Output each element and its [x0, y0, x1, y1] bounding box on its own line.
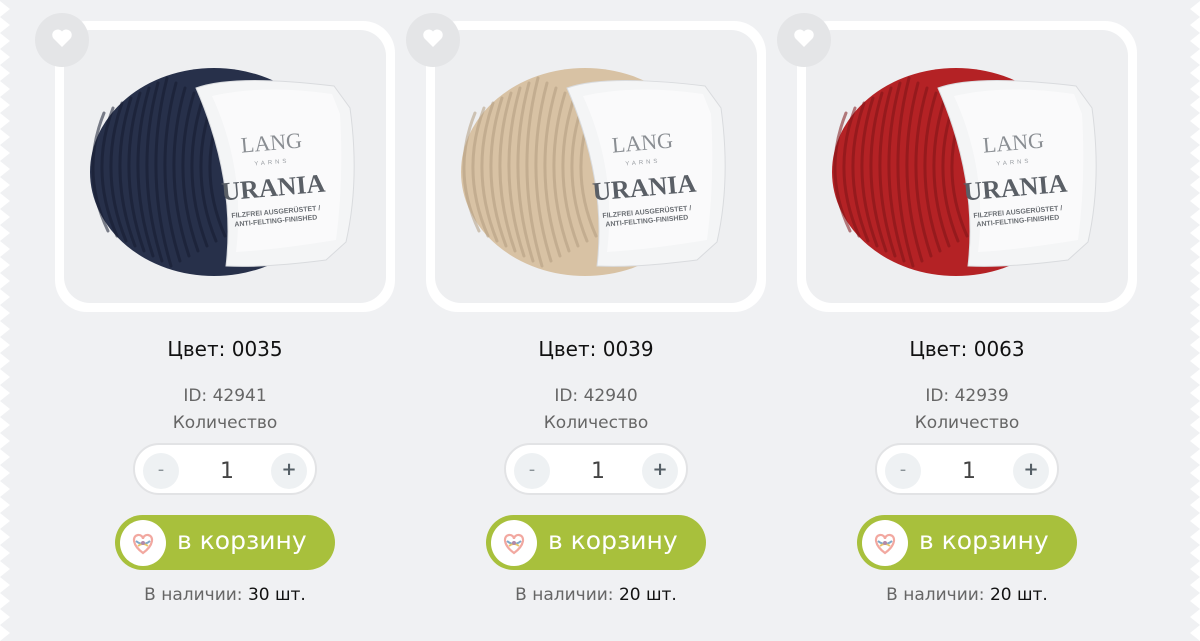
- increase-quantity-button[interactable]: +: [642, 453, 678, 489]
- heart-icon: [793, 28, 815, 52]
- quantity-input[interactable]: [937, 457, 1001, 485]
- add-to-cart-button[interactable]: в корзину: [115, 515, 335, 570]
- product-image-frame[interactable]: LANG YARNS URANIA FILZFREI AUSGERÜSTET /…: [426, 21, 766, 312]
- stock-prefix: В наличии:: [144, 585, 243, 605]
- product-image[interactable]: LANG YARNS URANIA FILZFREI AUSGERÜSTET /…: [435, 30, 757, 303]
- decrease-quantity-button[interactable]: -: [885, 453, 921, 489]
- label-brand-text: LANG: [240, 127, 303, 157]
- label-brand-text: LANG: [982, 127, 1045, 157]
- quantity-label: Количество: [543, 413, 649, 433]
- product-card: LANG YARNS URANIA FILZFREI AUSGERÜSTET /…: [406, 0, 766, 641]
- stock-value: 20 шт.: [989, 585, 1048, 605]
- quantity-input[interactable]: [195, 457, 259, 485]
- product-card: LANG YARNS URANIA FILZFREI AUSGERÜSTET /…: [777, 0, 1137, 641]
- add-to-cart-label: в корзину: [919, 526, 1049, 555]
- right-zigzag-edge: [1188, 0, 1200, 641]
- product-id: ID: 42939: [777, 386, 1157, 406]
- product-id: ID: 42940: [406, 386, 786, 406]
- heart-icon: [422, 28, 444, 52]
- product-color-title: Цвет: 0035: [167, 337, 283, 361]
- add-to-cart-button[interactable]: в корзину: [486, 515, 706, 570]
- decrease-quantity-button[interactable]: -: [514, 453, 550, 489]
- product-image[interactable]: LANG YARNS URANIA FILZFREI AUSGERÜSTET /…: [64, 30, 386, 303]
- quantity-label: Количество: [172, 413, 278, 433]
- add-to-cart-button[interactable]: в корзину: [857, 515, 1077, 570]
- yarn-heart-logo-icon: [862, 520, 908, 566]
- stock-prefix: В наличии:: [886, 585, 985, 605]
- product-id-value: 42940: [583, 386, 638, 406]
- product-id-prefix: ID:: [925, 386, 950, 406]
- quantity-stepper: - +: [504, 443, 688, 495]
- stock-availability: В наличии: 20 шт.: [777, 585, 1157, 605]
- heart-icon: [51, 28, 73, 52]
- yarn-ball-image: LANG YARNS URANIA FILZFREI AUSGERÜSTET /…: [90, 68, 355, 276]
- quantity-label: Количество: [914, 413, 1020, 433]
- yarn-heart-logo-icon: [120, 520, 166, 566]
- yarn-heart-logo-icon: [491, 520, 537, 566]
- quantity-stepper: - +: [133, 443, 317, 495]
- left-zigzag-edge: [0, 0, 12, 641]
- add-to-favorites-button[interactable]: [35, 13, 89, 67]
- product-color-title: Цвет: 0039: [538, 337, 654, 361]
- stock-value: 20 шт.: [618, 585, 677, 605]
- quantity-stepper: - +: [875, 443, 1059, 495]
- decrease-quantity-button[interactable]: -: [143, 453, 179, 489]
- stock-availability: В наличии: 30 шт.: [35, 585, 415, 605]
- increase-quantity-button[interactable]: +: [1013, 453, 1049, 489]
- product-color-title: Цвет: 0063: [909, 337, 1025, 361]
- product-id-prefix: ID:: [183, 386, 208, 406]
- product-image[interactable]: LANG YARNS URANIA FILZFREI AUSGERÜSTET /…: [806, 30, 1128, 303]
- product-card: LANG YARNS URANIA FILZFREI AUSGERÜSTET /…: [35, 0, 395, 641]
- stock-prefix: В наличии:: [515, 585, 614, 605]
- product-id-value: 42939: [954, 386, 1009, 406]
- add-to-favorites-button[interactable]: [406, 13, 460, 67]
- yarn-ball-image: LANG YARNS URANIA FILZFREI AUSGERÜSTET /…: [832, 68, 1097, 276]
- product-grid-page: LANG YARNS URANIA FILZFREI AUSGERÜSTET /…: [0, 0, 1200, 641]
- stock-value: 30 шт.: [247, 585, 306, 605]
- product-id-prefix: ID:: [554, 386, 579, 406]
- quantity-input[interactable]: [566, 457, 630, 485]
- yarn-ball-image: LANG YARNS URANIA FILZFREI AUSGERÜSTET /…: [461, 68, 726, 276]
- stock-availability: В наличии: 20 шт.: [406, 585, 786, 605]
- product-id-value: 42941: [212, 386, 267, 406]
- label-brand-text: LANG: [611, 127, 674, 157]
- add-to-cart-label: в корзину: [548, 526, 678, 555]
- add-to-favorites-button[interactable]: [777, 13, 831, 67]
- product-image-frame[interactable]: LANG YARNS URANIA FILZFREI AUSGERÜSTET /…: [55, 21, 395, 312]
- product-id: ID: 42941: [35, 386, 415, 406]
- increase-quantity-button[interactable]: +: [271, 453, 307, 489]
- add-to-cart-label: в корзину: [177, 526, 307, 555]
- product-image-frame[interactable]: LANG YARNS URANIA FILZFREI AUSGERÜSTET /…: [797, 21, 1137, 312]
